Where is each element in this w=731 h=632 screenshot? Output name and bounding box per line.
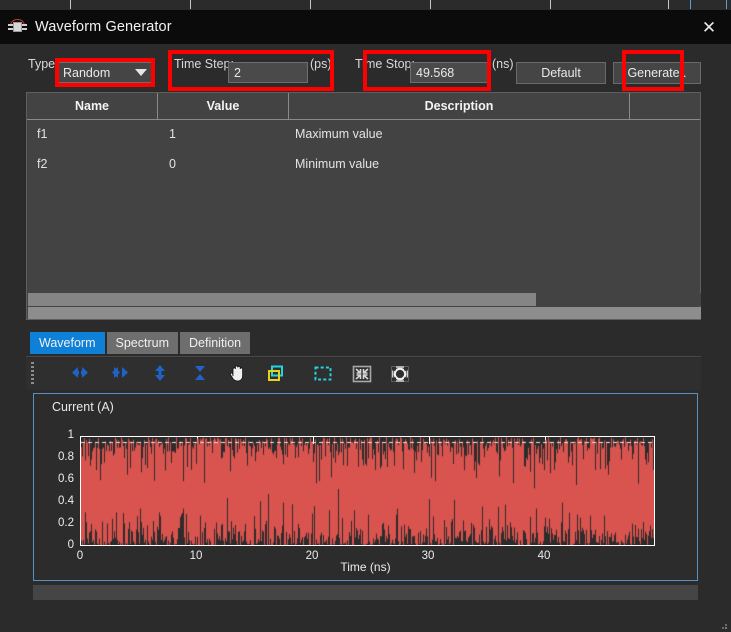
parameters-table: Name Value Description f1 1 Maximum valu…: [26, 92, 701, 320]
time-stop-input[interactable]: 49.568: [410, 62, 490, 83]
rectangle-select-icon[interactable]: [311, 362, 335, 386]
zoom-in-horizontal-icon[interactable]: [108, 362, 132, 386]
table-row[interactable]: f2 0 Minimum value: [27, 150, 700, 180]
chart-y-tick: 0.2: [58, 517, 74, 529]
zoom-out-horizontal-icon[interactable]: [68, 362, 92, 386]
zoom-in-vertical-icon[interactable]: [188, 362, 212, 386]
waveform-generator-window: Waveform Generator ✕ Type Time Step: (ps…: [0, 0, 731, 632]
table-header-row: Name Value Description: [27, 93, 700, 120]
type-label: Type: [28, 57, 56, 71]
table-bottom-bar: [28, 307, 701, 319]
chevron-down-icon[interactable]: [131, 63, 151, 82]
tab-spectrum[interactable]: Spectrum: [106, 332, 178, 354]
time-stop-label: Time Stop:: [355, 57, 415, 71]
table-hscrollbar-thumb[interactable]: [28, 293, 536, 306]
title-bar: Waveform Generator ✕: [0, 10, 731, 44]
view-tabs: Waveform Spectrum Definition: [30, 332, 251, 354]
chart-y-tick: 1: [67, 429, 74, 441]
cell-description: Maximum value: [295, 127, 383, 141]
bottom-scrollbar[interactable]: [33, 585, 698, 600]
cell-value[interactable]: 1: [169, 127, 176, 141]
cell-value[interactable]: 0: [169, 157, 176, 171]
type-select-value: Random: [63, 65, 111, 80]
chart-y-tick: 0.6: [58, 473, 74, 485]
background-app-strip: [0, 0, 731, 10]
tab-waveform[interactable]: Waveform: [30, 332, 105, 354]
chart-x-axis-label: Time (ns): [340, 560, 391, 574]
table-row[interactable]: f1 1 Maximum value: [27, 120, 700, 150]
time-stop-unit: (ns): [492, 57, 514, 71]
tab-definition[interactable]: Definition: [180, 332, 251, 354]
chart-y-axis-title: Current (A): [52, 400, 114, 414]
table-body: f1 1 Maximum value f2 0 Minimum value: [27, 120, 700, 293]
time-step-unit: (ps): [310, 57, 332, 71]
chart-plot-area[interactable]: [80, 436, 655, 546]
circle-marker-icon[interactable]: [388, 362, 412, 386]
column-header-name[interactable]: Name: [27, 93, 157, 119]
time-step-label: Time Step:: [174, 57, 234, 71]
overlay-windows-icon[interactable]: [264, 362, 288, 386]
toolbar-drag-handle[interactable]: [31, 362, 34, 386]
pan-hand-icon[interactable]: [226, 362, 250, 386]
fit-to-window-icon[interactable]: [350, 362, 374, 386]
close-icon[interactable]: ✕: [687, 10, 731, 44]
window-resize-grip[interactable]: [717, 618, 729, 630]
cell-description: Minimum value: [295, 157, 380, 171]
chart-y-tick: 0.4: [58, 495, 74, 507]
type-select[interactable]: Random: [57, 62, 152, 83]
default-button[interactable]: Default: [516, 62, 606, 84]
time-step-input[interactable]: 2: [228, 62, 308, 83]
cell-name: f2: [37, 157, 48, 171]
column-header-description[interactable]: Description: [289, 93, 629, 119]
column-header-value[interactable]: Value: [158, 93, 288, 119]
cell-name: f1: [37, 127, 48, 141]
waveform-chip-icon: [7, 18, 29, 36]
generate-button[interactable]: Generate..: [613, 62, 701, 84]
waveform-trace: [81, 437, 654, 545]
chart-toolbar: [26, 358, 701, 390]
tab-underline: [26, 356, 701, 357]
waveform-chart-panel[interactable]: Current (A) 0 0.2 0.4 0.6 0.8 1 0 10 20 30 40 Tim…: [33, 393, 698, 581]
zoom-out-vertical-icon[interactable]: [148, 362, 172, 386]
column-header-extra[interactable]: [630, 93, 700, 119]
chart-y-tick: 0.8: [58, 451, 74, 463]
window-title: Waveform Generator: [35, 19, 172, 35]
